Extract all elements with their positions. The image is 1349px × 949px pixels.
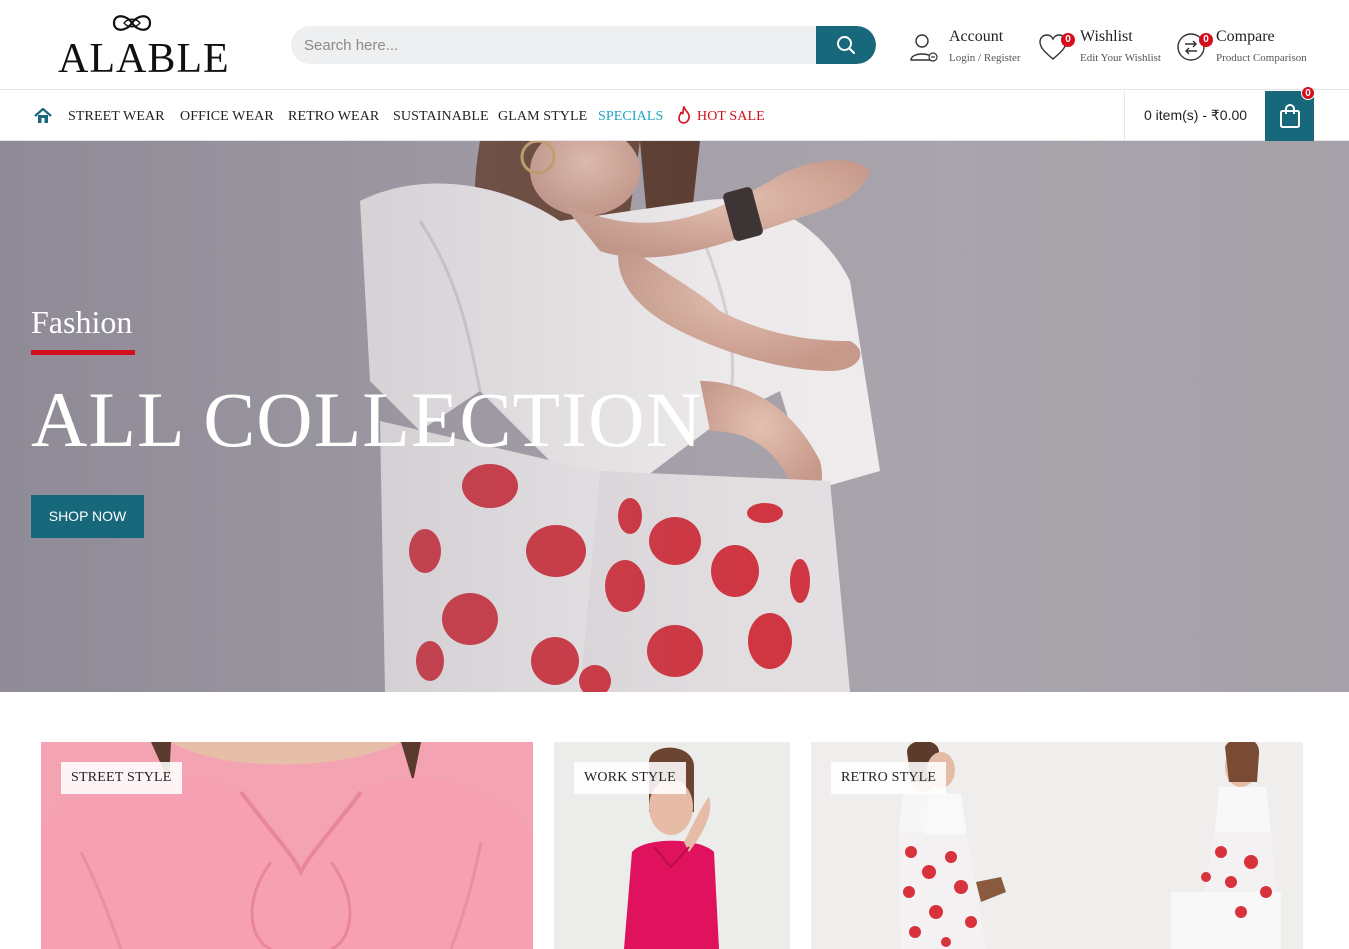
search-bar [291, 26, 876, 64]
compare-link[interactable]: 0 Compare Product Comparison [1176, 28, 1316, 68]
infinity-logo-icon [112, 15, 152, 31]
nav-item-specials[interactable]: SPECIALS [598, 109, 663, 125]
nav-item-glam-style[interactable]: GLAM STYLE [498, 109, 587, 125]
account-subtitle: Login / Register [949, 52, 1021, 64]
shop-now-button[interactable]: SHOP NOW [31, 495, 144, 538]
hero-title: ALL COLLECTION [31, 376, 703, 463]
wishlist-subtitle: Edit Your Wishlist [1080, 52, 1161, 64]
category-label: RETRO STYLE [831, 762, 947, 794]
home-icon[interactable] [34, 107, 52, 125]
shopping-bag-icon [1279, 104, 1300, 128]
category-tile-work-style[interactable]: WORK STYLE [554, 742, 790, 949]
compare-count-badge: 0 [1199, 33, 1213, 47]
search-icon [837, 36, 856, 55]
nav-item-sustainable[interactable]: SUSTAINABLE [393, 109, 489, 125]
cart-count-badge: 0 [1301, 86, 1315, 100]
hero-kicker: Fashion [31, 304, 133, 340]
hero-underline [31, 350, 135, 355]
site-header: ALABLE Account Login / Register 0 Wishli… [0, 0, 1349, 90]
category-tile-street-style[interactable]: STREET STYLE [41, 742, 533, 949]
nav-item-office-wear[interactable]: OFFICE WEAR [180, 109, 274, 125]
nav-item-hot-sale[interactable]: HOT SALE [697, 109, 765, 125]
nav-item-retro-wear[interactable]: RETRO WEAR [288, 109, 379, 125]
cart-divider [1124, 91, 1125, 141]
account-link[interactable]: Account Login / Register [909, 28, 1029, 68]
category-tile-retro-style[interactable]: RETRO STYLE [811, 742, 1303, 949]
cart-summary[interactable]: 0 item(s) - ₹0.00 [1144, 107, 1247, 124]
site-logo[interactable]: ALABLE [58, 10, 230, 82]
fire-icon [678, 106, 690, 124]
wishlist-link[interactable]: 0 Wishlist Edit Your Wishlist [1038, 28, 1168, 68]
search-button[interactable] [816, 26, 876, 64]
account-title: Account [949, 28, 1004, 45]
logo-text: ALABLE [58, 36, 230, 82]
wishlist-title: Wishlist [1080, 28, 1133, 45]
nav-item-street-wear[interactable]: STREET WEAR [68, 109, 165, 125]
category-label: STREET STYLE [61, 762, 182, 794]
user-icon [910, 34, 938, 62]
search-input[interactable] [291, 26, 816, 64]
main-nav: STREET WEAR OFFICE WEAR RETRO WEAR SUSTA… [0, 86, 1349, 141]
wishlist-count-badge: 0 [1061, 33, 1075, 47]
compare-subtitle: Product Comparison [1216, 52, 1307, 64]
category-label: WORK STYLE [574, 762, 686, 794]
hero-banner: Fashion ALL COLLECTION SHOP NOW [0, 141, 1349, 692]
compare-title: Compare [1216, 28, 1275, 45]
